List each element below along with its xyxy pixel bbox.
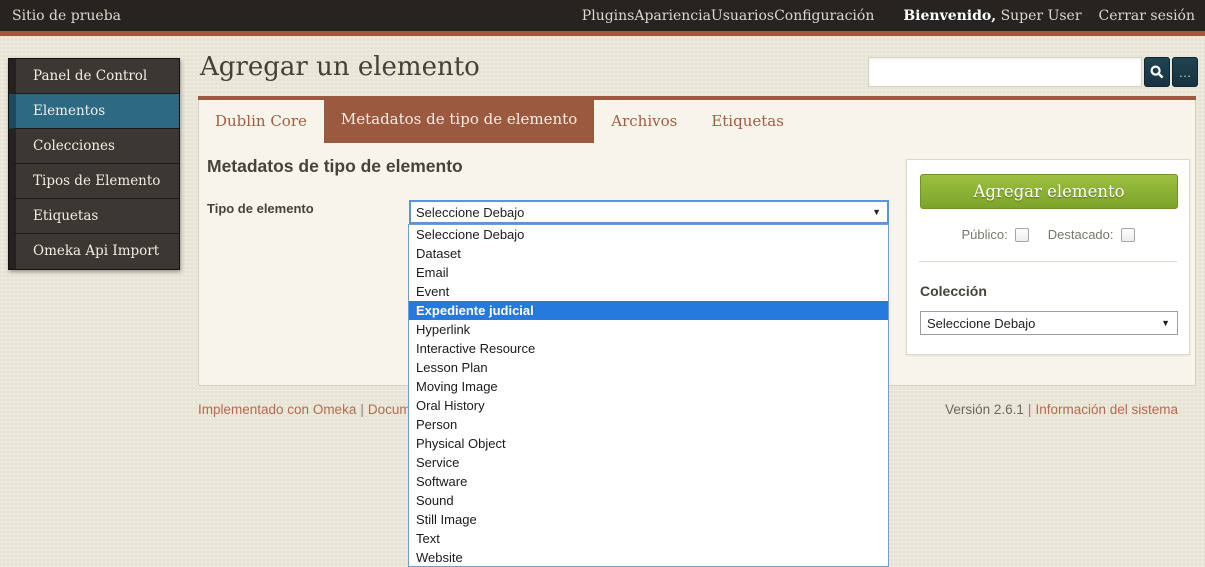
chevron-down-icon: ▼ (1161, 318, 1170, 328)
flags-row: Público: Destacado: (907, 227, 1189, 242)
sidebar-item[interactable]: Panel de Control (9, 59, 179, 94)
logout-link[interactable]: Cerrar sesión (1099, 8, 1195, 24)
footer-separator: | (356, 402, 368, 417)
section-tabs: Dublin CoreMetadatos de tipo de elemento… (198, 96, 1196, 143)
tab[interactable]: Metadatos de tipo de elemento (324, 96, 594, 143)
dropdown-option[interactable]: Moving Image (409, 377, 888, 396)
dropdown-option[interactable]: Hyperlink (409, 320, 888, 339)
page-title: Agregar un elemento (200, 52, 480, 82)
sidebar-item[interactable]: Omeka Api Import (9, 234, 179, 269)
item-type-select-value: Seleccione Debajo (416, 205, 524, 220)
sidebar-item[interactable]: Elementos (9, 94, 179, 129)
system-information-link[interactable]: Información del sistema (1035, 402, 1178, 417)
footer-right: Versión 2.6.1|Información del sistema (945, 402, 1196, 417)
item-type-label: Tipo de elemento (207, 201, 314, 216)
dropdown-option[interactable]: Service (409, 453, 888, 472)
search-icon (1150, 65, 1164, 79)
topbar-nav: PluginsAparienciaUsuariosConfiguración B… (582, 8, 1195, 24)
add-item-button[interactable]: Agregar elemento (920, 174, 1178, 209)
sidebar-item[interactable]: Colecciones (9, 129, 179, 164)
tab[interactable]: Archivos (594, 96, 694, 143)
tab[interactable]: Dublin Core (198, 96, 324, 143)
searchbar: … (868, 57, 1198, 87)
admin-sidebar: Panel de ControlElementosColeccionesTipo… (8, 58, 180, 270)
sidebar-item[interactable]: Etiquetas (9, 199, 179, 234)
collection-select-value: Seleccione Debajo (927, 316, 1035, 331)
section-title: Metadatos de tipo de elemento (207, 156, 463, 177)
dropdown-option[interactable]: Text (409, 529, 888, 548)
dropdown-option[interactable]: Still Image (409, 510, 888, 529)
dropdown-option[interactable]: Physical Object (409, 434, 888, 453)
topbar-nav-link[interactable]: Configuración (774, 8, 874, 24)
public-label: Público: (961, 227, 1007, 242)
save-panel: Agregar elemento Público: Destacado: Col… (906, 159, 1190, 355)
item-type-select[interactable]: Seleccione Debajo ▼ (409, 200, 889, 224)
panel-divider (919, 261, 1177, 262)
admin-topbar: Sitio de prueba PluginsAparienciaUsuario… (0, 0, 1205, 36)
topbar-nav-link[interactable]: Apariencia (634, 8, 711, 24)
welcome-text: Bienvenido, Super User (903, 8, 1081, 24)
dropdown-option[interactable]: Email (409, 263, 888, 282)
version-text: Versión 2.6.1 (945, 402, 1024, 417)
search-input[interactable] (868, 57, 1142, 87)
dropdown-option[interactable]: Lesson Plan (409, 358, 888, 377)
featured-label: Destacado: (1048, 227, 1114, 242)
dropdown-option[interactable]: Software (409, 472, 888, 491)
dropdown-option[interactable]: Website (409, 548, 888, 567)
welcome-prefix: Bienvenido, (903, 8, 996, 24)
dropdown-option[interactable]: Sound (409, 491, 888, 510)
dropdown-option[interactable]: Expediente judicial (409, 301, 888, 320)
search-button[interactable] (1144, 57, 1170, 87)
dropdown-option[interactable]: Event (409, 282, 888, 301)
chevron-down-icon: ▼ (872, 207, 881, 217)
ellipsis-icon: … (1179, 65, 1192, 80)
public-checkbox[interactable] (1015, 228, 1029, 242)
dropdown-option[interactable]: Interactive Resource (409, 339, 888, 358)
powered-by-omeka-link[interactable]: Implementado con Omeka (198, 402, 356, 417)
topbar-nav-link[interactable]: Plugins (582, 8, 635, 24)
dropdown-option[interactable]: Seleccione Debajo (409, 225, 888, 244)
dropdown-option[interactable]: Dataset (409, 244, 888, 263)
sidebar-item[interactable]: Tipos de Elemento (9, 164, 179, 199)
collection-select[interactable]: Seleccione Debajo ▼ (920, 311, 1178, 335)
welcome-user[interactable]: Super User (1001, 8, 1082, 24)
item-type-dropdown-list: Seleccione DebajoDatasetEmailEventExpedi… (408, 224, 889, 567)
featured-checkbox[interactable] (1121, 228, 1135, 242)
site-title[interactable]: Sitio de prueba (12, 8, 121, 24)
topbar-nav-link[interactable]: Usuarios (711, 8, 774, 24)
advanced-search-button[interactable]: … (1172, 57, 1198, 87)
dropdown-option[interactable]: Person (409, 415, 888, 434)
tab[interactable]: Etiquetas (694, 96, 801, 143)
collection-label: Colección (920, 283, 1189, 299)
dropdown-option[interactable]: Oral History (409, 396, 888, 415)
footer-separator: | (1024, 402, 1036, 417)
